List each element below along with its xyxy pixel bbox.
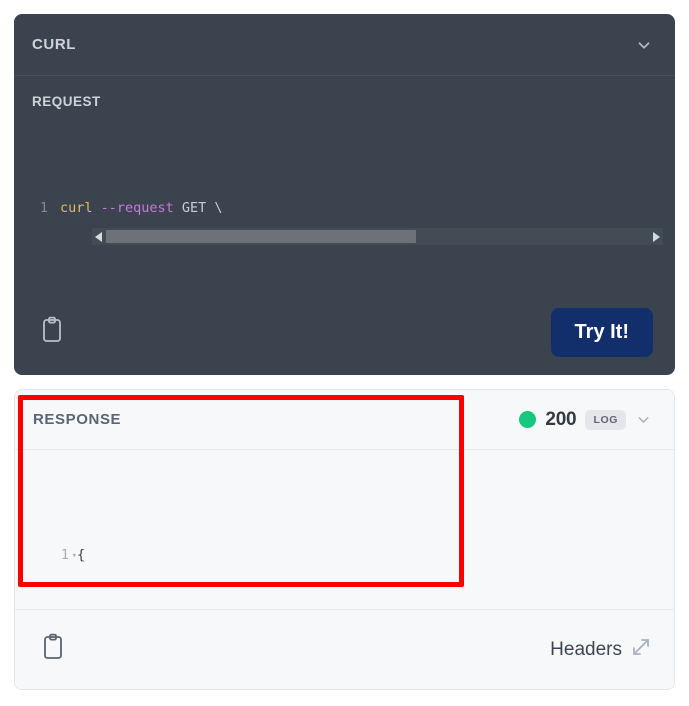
line-number: 1 (39, 200, 48, 216)
fold-toggle-icon[interactable]: ▾ (72, 544, 77, 569)
api-explorer-page: CURL REQUEST 1 curl --request GET \ 2 --… (0, 0, 689, 706)
line-number: 1 ▾ (15, 543, 77, 568)
response-panel-title: RESPONSE (33, 411, 122, 428)
horizontal-scrollbar[interactable] (92, 228, 663, 245)
response-panel-footer: Headers (15, 609, 674, 689)
triangle-left-icon[interactable] (92, 228, 106, 245)
status-dot-icon (519, 411, 537, 428)
chevron-down-icon[interactable] (635, 36, 653, 54)
json-token: { (77, 547, 86, 563)
curl-panel: CURL REQUEST 1 curl --request GET \ 2 --… (14, 14, 675, 375)
response-body[interactable]: 1▾ { 2 "userEmail": "api-gkluiko281558",… (15, 450, 674, 610)
clipboard-icon[interactable] (41, 633, 65, 666)
chevron-down-icon[interactable] (635, 411, 652, 428)
curl-panel-header[interactable]: CURL (14, 14, 675, 76)
headers-button[interactable]: Headers (550, 636, 652, 663)
headers-label: Headers (550, 638, 622, 660)
json-line: 1 ▾ { (15, 543, 674, 568)
log-badge[interactable]: LOG (585, 409, 626, 430)
request-label: REQUEST (32, 94, 101, 109)
response-panel: RESPONSE 200 LOG 1▾ { 2 (14, 389, 675, 690)
response-json: 1▾ { 2 "userEmail": "api-gkluiko281558",… (15, 468, 674, 610)
code-line: 1 curl --request GET \ (14, 196, 675, 221)
clipboard-icon[interactable] (40, 316, 64, 349)
response-panel-header[interactable]: RESPONSE 200 LOG (15, 390, 674, 450)
scrollbar-track[interactable] (106, 228, 649, 245)
curl-panel-title: CURL (32, 36, 77, 53)
response-status-group: 200 LOG (519, 409, 652, 431)
code-token: GET \ (181, 200, 223, 216)
curl-code: 1 curl --request GET \ 2 --url https://y… (14, 121, 675, 245)
status-code: 200 (545, 408, 577, 430)
expand-diagonal-icon[interactable] (630, 636, 652, 663)
scrollbar-thumb[interactable] (106, 230, 416, 243)
code-token: curl (60, 200, 101, 216)
try-it-button[interactable]: Try It! (550, 307, 653, 357)
triangle-right-icon[interactable] (649, 228, 663, 245)
code-token: --request (100, 200, 182, 216)
curl-code-block[interactable]: 1 curl --request GET \ 2 --url https://y… (14, 121, 675, 245)
curl-panel-footer: Try It! (14, 289, 675, 375)
